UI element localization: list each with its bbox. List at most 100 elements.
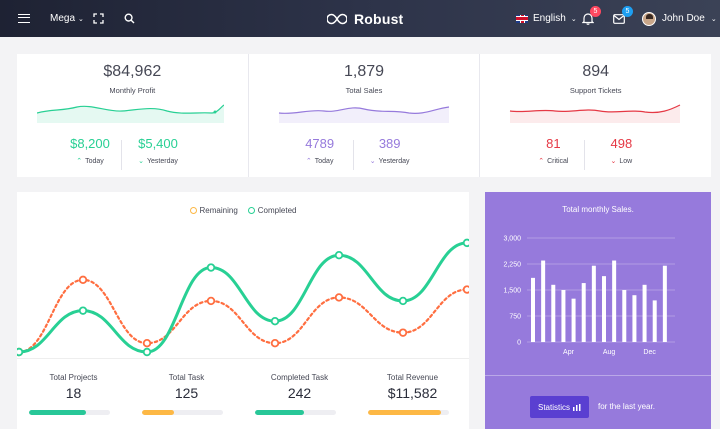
mega-menu-label: Mega: [50, 13, 76, 24]
bar[interactable]: [632, 295, 637, 342]
bar[interactable]: [531, 277, 535, 342]
data-point-remaining[interactable]: [78, 275, 88, 285]
metric-label: Total Task: [168, 373, 205, 382]
y-tick-label: 1,500: [503, 288, 521, 295]
metric-value: $11,582: [387, 385, 438, 401]
metric-label: Total Projects: [49, 373, 98, 382]
arrow-down-icon: ⌄: [369, 158, 376, 165]
y-tick-label: 750: [509, 314, 521, 321]
statistics-button[interactable]: Statistics: [530, 396, 590, 418]
stats-card: $84,962 Monthly Profit $8,200 ⌃ Today $5,…: [17, 54, 711, 177]
data-point-remaining[interactable]: [206, 296, 216, 306]
bar[interactable]: [602, 276, 606, 342]
stat-today-value: 4789: [305, 136, 335, 151]
sparkline-chart: [510, 104, 681, 123]
metric-total-task: Total Task 125: [130, 359, 243, 429]
legend-remaining[interactable]: Remaining: [189, 206, 238, 215]
stat-low-value: 498: [610, 136, 633, 151]
bar-chart-icon: [573, 403, 581, 411]
x-tick-label: Dec: [643, 349, 656, 356]
bar[interactable]: [541, 260, 546, 342]
infinity-logo-icon: [327, 13, 347, 24]
bar[interactable]: [622, 290, 627, 342]
arrow-up-icon: ⌃: [76, 158, 83, 165]
search-button[interactable]: [124, 0, 135, 37]
stat-critical-value: 81: [546, 136, 561, 151]
bar[interactable]: [581, 283, 586, 342]
metric-label: Completed Task: [270, 373, 329, 382]
brand-logo[interactable]: Robust: [327, 0, 403, 37]
expand-icon: [93, 13, 104, 24]
bar[interactable]: [662, 265, 667, 342]
data-point-completed[interactable]: [398, 296, 408, 306]
project-metrics: Total Projects 18 Total Task 125 Complet…: [17, 358, 469, 429]
bar[interactable]: [551, 284, 556, 342]
user-name: John Doe: [662, 13, 705, 24]
progress-bar: [368, 410, 449, 415]
data-point-completed[interactable]: [17, 347, 24, 357]
data-point-remaining[interactable]: [334, 293, 344, 302]
data-point-remaining[interactable]: [142, 338, 152, 348]
data-point-completed[interactable]: [334, 251, 344, 260]
bar[interactable]: [571, 298, 576, 342]
uk-flag-icon: [516, 14, 528, 23]
menu-toggle-button[interactable]: [18, 0, 30, 37]
y-tick-label: 2,250: [503, 262, 521, 269]
metric-total-projects: Total Projects 18: [17, 359, 130, 429]
bar[interactable]: [642, 284, 647, 342]
divider: [121, 140, 122, 170]
progress-fill: [255, 410, 304, 415]
notifications-badge: 5: [590, 6, 601, 17]
stat-value: $84,962: [103, 63, 162, 80]
user-menu[interactable]: John Doe ⌄: [642, 0, 717, 37]
stat-today-label: Today: [85, 158, 104, 165]
chevron-down-icon: ⌄: [78, 15, 84, 23]
data-point-completed[interactable]: [462, 238, 469, 248]
legend-completed-label: Completed: [257, 206, 297, 215]
series-line-remaining: [17, 278, 469, 354]
stat-yesterday: 389 ⌄ Yesterday: [355, 136, 425, 165]
bar[interactable]: [652, 300, 657, 342]
stat-yesterday-value: 389: [378, 136, 401, 151]
metric-total-revenue: Total Revenue $11,582: [356, 359, 469, 429]
bar[interactable]: [591, 265, 596, 342]
data-point-completed[interactable]: [206, 263, 216, 272]
data-point-remaining[interactable]: [398, 328, 408, 337]
sparkline-chart: [37, 104, 224, 123]
divider: [485, 375, 711, 376]
monthly-sales-card: Total monthly Sales. 0 750 1,500 2,250 3,000…: [485, 192, 711, 429]
stat-total-sales: 1,879 Total Sales 4789 ⌃ Today 389 ⌄ Yeste…: [249, 54, 481, 177]
fullscreen-button[interactable]: [93, 0, 104, 37]
stat-today: 4789 ⌃ Today: [285, 136, 355, 165]
sales-footer-text: for the last year.: [598, 402, 655, 411]
messages-button[interactable]: [613, 0, 625, 37]
bar[interactable]: [561, 290, 566, 342]
language-dropdown[interactable]: English ⌄: [516, 0, 577, 37]
data-point-remaining[interactable]: [270, 338, 280, 348]
arrow-up-icon: ⌃: [538, 158, 545, 165]
circle-icon: [247, 207, 255, 214]
arrow-up-icon: ⌃: [305, 158, 312, 165]
progress-bar: [29, 410, 110, 415]
data-point-completed[interactable]: [270, 316, 280, 326]
mega-menu-button[interactable]: Mega ⌄: [50, 0, 84, 37]
circle-icon: [189, 207, 197, 214]
chevron-down-icon: ⌄: [570, 15, 577, 23]
progress-fill: [142, 410, 175, 415]
divider: [584, 140, 586, 170]
stat-critical-label: Critical: [547, 158, 569, 165]
data-point-completed[interactable]: [78, 306, 88, 315]
stat-yesterday-value: $5,400: [138, 136, 178, 151]
data-point-completed[interactable]: [142, 347, 152, 357]
progress-bar: [142, 410, 223, 415]
progress-bar: [255, 410, 336, 415]
hamburger-icon: [18, 14, 30, 23]
divider: [352, 140, 354, 170]
messages-badge: 5: [622, 6, 633, 17]
bar[interactable]: [612, 260, 617, 342]
legend-completed[interactable]: Completed: [247, 206, 297, 215]
arrow-down-icon: ⌄: [138, 158, 144, 165]
stat-today: $8,200 ⌃ Today: [55, 136, 125, 165]
legend-remaining-label: Remaining: [199, 206, 238, 215]
data-point-remaining[interactable]: [462, 285, 469, 294]
